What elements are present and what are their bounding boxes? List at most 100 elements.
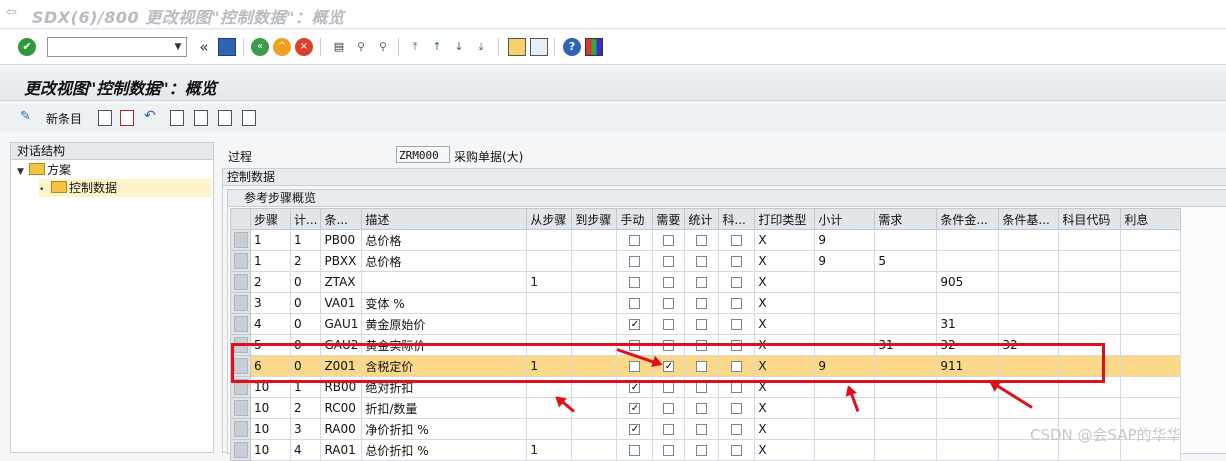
cell-desc[interactable]: 总价格 xyxy=(361,250,528,272)
column-header[interactable]: 小计 xyxy=(814,208,876,230)
tree-item-control-data[interactable]: • 控制数据 xyxy=(39,179,211,197)
chevron-down-icon[interactable]: ▼ xyxy=(170,38,186,56)
row-selector[interactable] xyxy=(230,271,251,293)
checkbox[interactable] xyxy=(663,402,675,414)
cell-from[interactable]: 1 xyxy=(526,439,573,461)
cell-step[interactable]: 10 xyxy=(250,418,291,440)
cell-counter[interactable]: 2 xyxy=(289,397,322,419)
column-header[interactable]: 需要 xyxy=(652,208,686,230)
cell-print[interactable]: X xyxy=(754,313,816,335)
print-icon[interactable]: ▤ xyxy=(330,38,348,56)
delete-icon[interactable] xyxy=(120,110,134,126)
checkbox[interactable] xyxy=(629,255,641,267)
cell-accrual[interactable] xyxy=(1120,376,1182,398)
cell-step[interactable]: 2 xyxy=(250,271,291,293)
column-header[interactable]: 从步骤 xyxy=(526,208,573,230)
procedure-field[interactable]: ZRM000 xyxy=(396,146,450,163)
cell-counter[interactable]: 0 xyxy=(289,313,322,335)
column-header[interactable]: 科目代码 xyxy=(1058,208,1122,230)
checkbox[interactable] xyxy=(696,276,708,288)
cell-altcalc[interactable] xyxy=(936,229,1000,251)
checkbox[interactable] xyxy=(629,234,641,246)
checkbox[interactable] xyxy=(731,444,743,456)
cell-to[interactable] xyxy=(571,439,618,461)
last-page-icon[interactable]: ⤓ xyxy=(472,38,490,56)
cell-accrual[interactable] xyxy=(1120,313,1182,335)
checkbox-checked[interactable]: ✓ xyxy=(629,402,641,414)
find-next-icon[interactable]: ⚲ xyxy=(374,38,392,56)
cell-req[interactable] xyxy=(874,292,938,314)
cell-acctkey[interactable] xyxy=(1058,250,1122,272)
cancel-icon[interactable]: × xyxy=(295,38,313,56)
table-row[interactable]: 1 1 PB00 总价格 X 9 xyxy=(230,229,1182,251)
row-selector[interactable] xyxy=(230,250,251,272)
back-icon[interactable]: « xyxy=(251,38,269,56)
checkbox[interactable] xyxy=(663,234,675,246)
row-selector[interactable] xyxy=(230,313,251,335)
column-header[interactable]: 到步骤 xyxy=(571,208,618,230)
cell-acctkey[interactable] xyxy=(1058,313,1122,335)
cell-subtotal[interactable] xyxy=(814,271,876,293)
find-icon[interactable]: ⚲ xyxy=(352,38,370,56)
cell-step[interactable]: 1 xyxy=(250,250,291,272)
cell-from[interactable]: 1 xyxy=(526,271,573,293)
cell-print[interactable]: X xyxy=(754,418,816,440)
checkbox[interactable] xyxy=(731,297,743,309)
cell-to[interactable] xyxy=(571,418,618,440)
cell-from[interactable] xyxy=(526,250,573,272)
cell-req[interactable]: 5 xyxy=(874,250,938,272)
cell-print[interactable]: X xyxy=(754,397,816,419)
cell-step[interactable]: 10 xyxy=(250,397,291,419)
cell-accrual[interactable] xyxy=(1120,334,1182,356)
cell-altcalc[interactable]: 31 xyxy=(936,313,1000,335)
cell-desc[interactable] xyxy=(361,271,528,293)
checkbox-checked[interactable]: ✓ xyxy=(629,381,641,393)
checkbox[interactable] xyxy=(663,444,675,456)
cell-accrual[interactable] xyxy=(1120,250,1182,272)
checkbox-checked[interactable]: ✓ xyxy=(629,423,641,435)
row-selector[interactable] xyxy=(230,292,251,314)
cell-ctype[interactable]: RC00 xyxy=(320,397,363,419)
cell-ctype[interactable]: PBXX xyxy=(320,250,363,272)
checkbox[interactable] xyxy=(663,297,675,309)
cell-from[interactable] xyxy=(526,292,573,314)
cell-desc[interactable]: 总价格 xyxy=(361,229,528,251)
cell-print[interactable]: X xyxy=(754,271,816,293)
checkbox[interactable] xyxy=(696,255,708,267)
cell-acctkey[interactable] xyxy=(1058,271,1122,293)
layout-icon[interactable] xyxy=(585,38,603,56)
cell-altcalc[interactable] xyxy=(936,250,1000,272)
checkbox[interactable] xyxy=(731,402,743,414)
cell-altbase[interactable] xyxy=(998,250,1060,272)
cell-counter[interactable]: 3 xyxy=(289,418,322,440)
checkbox[interactable] xyxy=(696,381,708,393)
table-row[interactable]: 1 2 PBXX 总价格 X 9 5 xyxy=(230,250,1182,272)
select-all-cell[interactable] xyxy=(230,208,251,230)
cell-desc[interactable]: 变体 % xyxy=(361,292,528,314)
cell-to[interactable] xyxy=(571,292,618,314)
enter-icon[interactable]: ✔ xyxy=(18,38,36,56)
cell-to[interactable] xyxy=(571,229,618,251)
other-view-icon[interactable] xyxy=(242,110,256,126)
checkbox[interactable] xyxy=(731,255,743,267)
cell-accrual[interactable] xyxy=(1120,271,1182,293)
checkbox[interactable] xyxy=(696,234,708,246)
cell-ctype[interactable]: PB00 xyxy=(320,229,363,251)
column-header[interactable]: 需求 xyxy=(874,208,938,230)
column-header[interactable]: 科... xyxy=(718,208,756,230)
table-row[interactable]: 2 0 ZTAX 1 X 905 xyxy=(230,271,1182,293)
row-selector[interactable] xyxy=(230,418,251,440)
command-field[interactable]: ▼ xyxy=(47,37,187,57)
checkbox[interactable] xyxy=(663,423,675,435)
previous-page-icon[interactable]: ↑ xyxy=(428,38,446,56)
cell-desc[interactable]: 总价折扣 % xyxy=(361,439,528,461)
cell-acctkey[interactable] xyxy=(1058,292,1122,314)
cell-subtotal[interactable]: 9 xyxy=(814,229,876,251)
row-selector[interactable] xyxy=(230,229,251,251)
cell-altbase[interactable] xyxy=(998,271,1060,293)
cell-ctype[interactable]: ZTAX xyxy=(320,271,363,293)
cell-from[interactable] xyxy=(526,418,573,440)
cell-to[interactable] xyxy=(571,397,618,419)
table-row[interactable]: 3 0 VA01 变体 % X xyxy=(230,292,1182,314)
first-page-icon[interactable]: ⤒ xyxy=(406,38,424,56)
